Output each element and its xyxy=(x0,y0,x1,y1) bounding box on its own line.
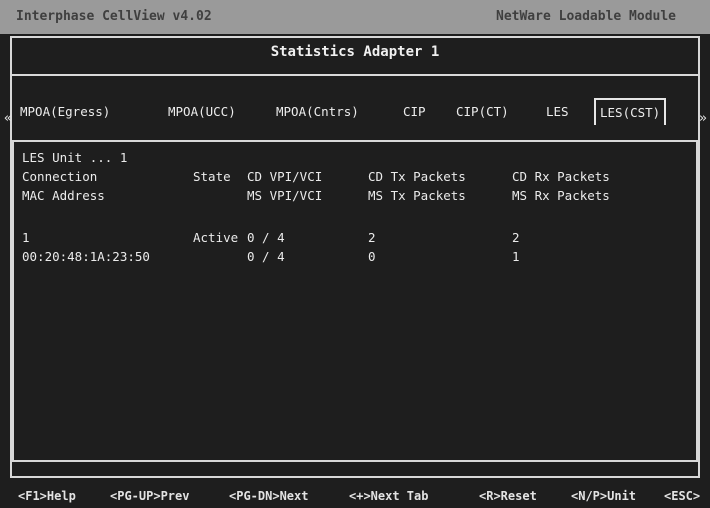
row-rx-packets-value: 1 xyxy=(512,249,520,264)
row-rx-packets-value: 2 xyxy=(512,230,520,245)
screen-title: Statistics Adapter 1 xyxy=(270,44,440,60)
tab-les-cst[interactable]: LES(CST) xyxy=(594,98,667,125)
next-tab-key-hint[interactable]: <+>Next Tab xyxy=(349,489,428,503)
prev-key-hint[interactable]: <PG-UP>Prev xyxy=(110,489,189,503)
tab-cip-ct[interactable]: CIP(CT) xyxy=(456,104,509,119)
tab-scroll-right-icon[interactable]: » xyxy=(699,111,707,126)
tab-bar: MPOA(Egress) MPOA(UCC) MPOA(Cntrs) CIP C… xyxy=(0,96,710,125)
unit-label: LES Unit ... 1 xyxy=(22,150,128,165)
title-divider xyxy=(12,74,698,76)
module-label: NetWare Loadable Module xyxy=(496,9,677,24)
tab-mpoa-ucc[interactable]: MPOA(UCC) xyxy=(168,104,236,119)
row-connection-value: 1 xyxy=(22,230,30,245)
help-key-hint[interactable]: <F1>Help xyxy=(18,489,76,503)
column-header-state: State xyxy=(193,169,231,184)
row-vpi-vci-value: 0 / 4 xyxy=(247,230,285,245)
row-mac-address-value: 00:20:48:1A:23:50 xyxy=(22,249,150,264)
escape-key-hint[interactable]: <ESC> xyxy=(664,489,700,503)
row-tx-packets-value: 2 xyxy=(368,230,376,245)
column-header-connection: Connection xyxy=(22,169,98,184)
tab-mpoa-cntrs[interactable]: MPOA(Cntrs) xyxy=(276,104,359,119)
column-header-ms-vpi-vci: MS VPI/VCI xyxy=(247,188,323,203)
column-header-ms-tx-packets: MS Tx Packets xyxy=(368,188,466,203)
column-header-cd-tx-packets: CD Tx Packets xyxy=(368,169,466,184)
row-tx-packets-value: 0 xyxy=(368,249,376,264)
next-key-hint[interactable]: <PG-DN>Next xyxy=(229,489,308,503)
unit-key-hint[interactable]: <N/P>Unit xyxy=(571,489,636,503)
row-state-value: Active xyxy=(193,230,239,245)
row-vpi-vci-value: 0 / 4 xyxy=(247,249,285,264)
app-title: Interphase CellView v4.02 xyxy=(16,9,212,24)
column-header-cd-rx-packets: CD Rx Packets xyxy=(512,169,610,184)
tab-mpoa-egress[interactable]: MPOA(Egress) xyxy=(20,104,110,119)
title-bar: Interphase CellView v4.02 NetWare Loadab… xyxy=(0,0,710,34)
reset-key-hint[interactable]: <R>Reset xyxy=(479,489,537,503)
column-header-cd-vpi-vci: CD VPI/VCI xyxy=(247,169,323,184)
column-header-ms-rx-packets: MS Rx Packets xyxy=(512,188,610,203)
tab-cip[interactable]: CIP xyxy=(403,104,426,119)
column-header-mac-address: MAC Address xyxy=(22,188,105,203)
key-hint-bar: <F1>Help <PG-UP>Prev <PG-DN>Next <+>Next… xyxy=(0,486,710,508)
tab-les[interactable]: LES xyxy=(546,104,569,119)
